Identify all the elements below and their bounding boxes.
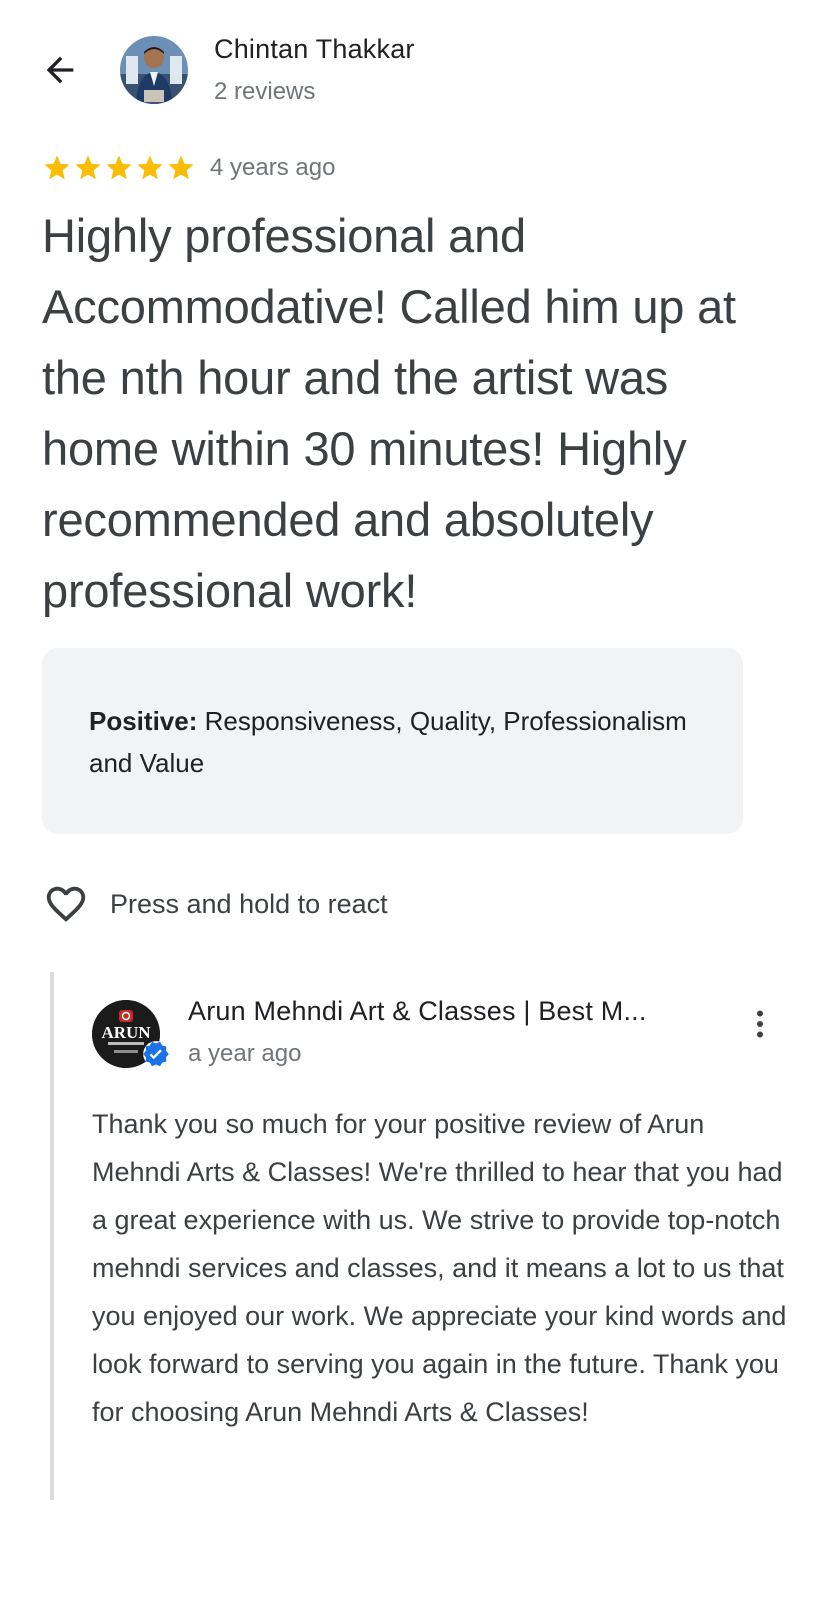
star-icon [168,155,194,180]
more-options-button[interactable] [740,998,780,1050]
react-button[interactable]: Press and hold to react [42,880,388,928]
star-icon [75,155,101,180]
owner-response: ARUN Arun Mehndi Art & Classes | Best M.… [50,972,820,1500]
owner-name[interactable]: Arun Mehndi Art & Classes | Best M... [188,996,728,1027]
verified-badge-icon [142,1040,170,1068]
react-label: Press and hold to react [110,888,388,919]
back-button[interactable] [36,46,84,94]
reviewer-name[interactable]: Chintan Thakkar [214,34,415,65]
star-icon [106,155,132,180]
arrow-back-icon [46,56,74,84]
reviewer-review-count: 2 reviews [214,78,316,105]
review-attributes-box: Positive: Responsiveness, Quality, Profe… [42,648,743,834]
owner-response-date: a year ago [188,1040,302,1067]
review-date: 4 years ago [210,154,336,181]
review-header: Chintan Thakkar 2 reviews [0,0,820,130]
star-icon [137,155,163,180]
rating-row: 4 years ago [42,152,335,184]
more-vert-icon [757,1010,763,1038]
review-text: Highly professional and Accommodative! C… [42,209,736,617]
owner-response-text: Thank you so much for your positive revi… [92,1109,787,1427]
reviewer-avatar[interactable] [120,36,188,104]
star-rating [42,153,196,183]
heart-outline-icon [42,880,90,928]
star-icon [44,155,70,180]
attributes-label: Positive: [89,706,198,736]
